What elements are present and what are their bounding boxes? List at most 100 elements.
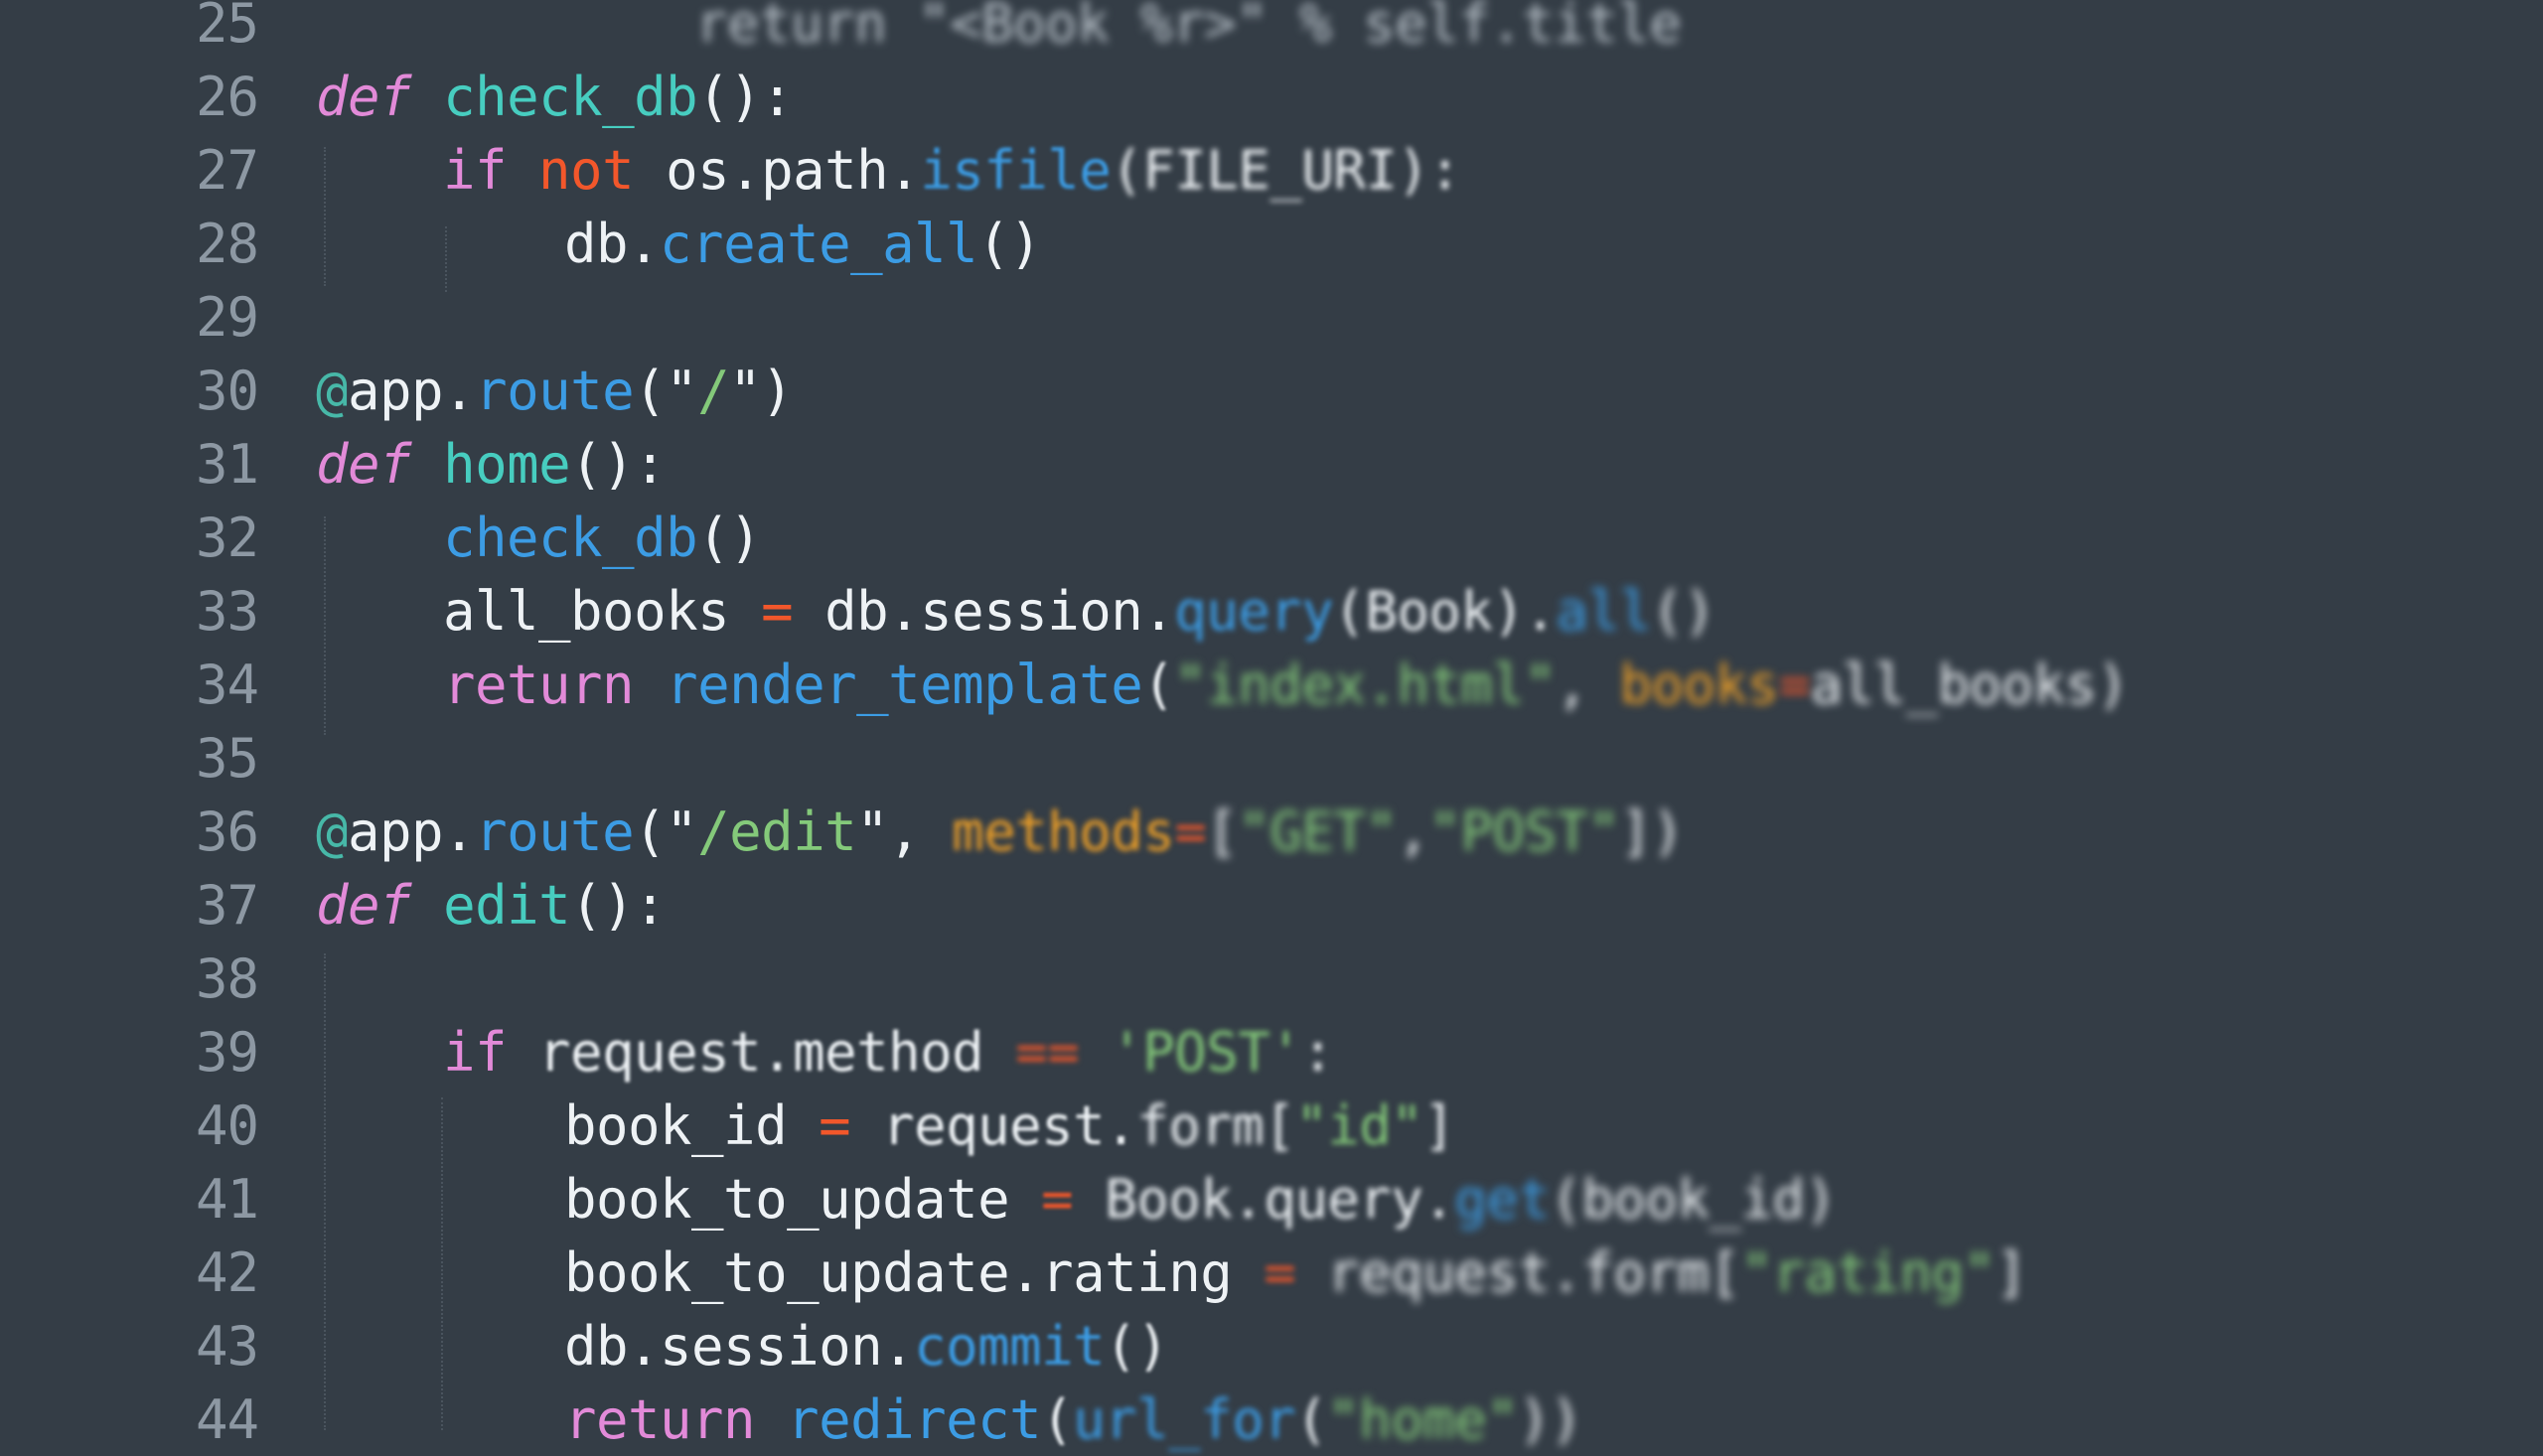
punctuation: , bbox=[1397, 800, 1429, 863]
line-number: 37 bbox=[195, 873, 259, 937]
string: "GET" bbox=[1238, 800, 1398, 863]
punctuation: ( bbox=[1142, 653, 1175, 716]
punctuation: [ bbox=[1206, 800, 1239, 863]
line-number: 30 bbox=[195, 359, 259, 422]
keyword-def: def bbox=[316, 65, 412, 128]
identifier: db.session. bbox=[793, 579, 1175, 643]
code-line[interactable]: 28 db.create_all() bbox=[0, 207, 2543, 280]
operator: = bbox=[1174, 800, 1207, 863]
operator: = bbox=[1778, 653, 1812, 716]
keyword-if: if bbox=[443, 1020, 508, 1084]
function-call: url_for bbox=[1073, 1387, 1296, 1451]
line-number: 33 bbox=[195, 579, 259, 643]
method-call: route bbox=[475, 359, 635, 422]
identifier: app. bbox=[348, 800, 476, 863]
arguments: (Book). bbox=[1333, 579, 1557, 643]
code-line[interactable]: 34 return render_template("index.html", … bbox=[0, 648, 2543, 721]
operator: == bbox=[1015, 1020, 1080, 1084]
code-line[interactable]: 40 book_id = request.form["id"] bbox=[0, 1089, 2543, 1162]
punctuation: (): bbox=[570, 873, 667, 937]
identifier: book_to_update bbox=[564, 1167, 1042, 1231]
code-line[interactable]: 31 def home(): bbox=[0, 427, 2543, 501]
punctuation: )) bbox=[1518, 1387, 1582, 1451]
decorator-at: @ bbox=[316, 359, 349, 422]
identifier: all_books) bbox=[1810, 653, 2130, 716]
code-text: db.create_all() bbox=[564, 212, 1042, 275]
decorator-at: @ bbox=[316, 800, 349, 863]
code-line[interactable]: 35 bbox=[0, 721, 2543, 795]
punctuation: [ bbox=[1264, 1093, 1296, 1157]
code-line[interactable]: 41 book_to_update = Book.query.get(book_… bbox=[0, 1162, 2543, 1236]
string: "id" bbox=[1295, 1093, 1423, 1157]
code-text: book_to_update.rating = request.form["ra… bbox=[564, 1241, 2027, 1304]
line-number: 28 bbox=[195, 212, 259, 275]
line-number: 38 bbox=[195, 946, 259, 1010]
punctuation: (): bbox=[570, 432, 667, 496]
code-editor[interactable]: 25 return "<Book %r>" % self.title 26 de… bbox=[0, 0, 2543, 1451]
string: 'POST' bbox=[1111, 1020, 1302, 1084]
line-number: 29 bbox=[195, 285, 259, 349]
identifier: Book.query. bbox=[1073, 1167, 1455, 1231]
string: "home" bbox=[1327, 1387, 1519, 1451]
string: "index.html" bbox=[1174, 653, 1557, 716]
code-text: def edit(): bbox=[316, 873, 667, 937]
line-number: 39 bbox=[195, 1020, 259, 1084]
code-text: db.session.commit() bbox=[564, 1314, 1169, 1378]
code-line[interactable]: 33 all_books = db.session.query(Book).al… bbox=[0, 574, 2543, 648]
code-text: check_db() bbox=[443, 506, 762, 569]
operator: = bbox=[761, 579, 794, 643]
code-line[interactable]: 37 def edit(): bbox=[0, 868, 2543, 942]
line-number: 42 bbox=[195, 1240, 259, 1304]
function-call: redirect bbox=[787, 1387, 1042, 1451]
method-call: commit bbox=[914, 1314, 1106, 1378]
method-call: isfile bbox=[920, 138, 1112, 202]
method-call: all bbox=[1556, 579, 1652, 643]
punctuation: (" bbox=[634, 359, 698, 422]
string: "POST" bbox=[1428, 800, 1620, 863]
line-number: 32 bbox=[195, 506, 259, 569]
identifier: book_id bbox=[564, 1093, 820, 1157]
keyword-def: def bbox=[316, 432, 412, 496]
code-line[interactable]: 36 @app.route("/edit", methods=["GET","P… bbox=[0, 795, 2543, 868]
keyword-return: return bbox=[443, 653, 635, 716]
code-line[interactable]: 44 return redirect(url_for("home")) bbox=[0, 1383, 2543, 1456]
code-line[interactable]: 27 if not os.path.isfile(FILE_URI): bbox=[0, 133, 2543, 207]
code-line[interactable]: 42 book_to_update.rating = request.form[… bbox=[0, 1236, 2543, 1309]
code-line[interactable]: 25 return "<Book %r>" % self.title bbox=[0, 0, 2543, 60]
code-line[interactable]: 43 db.session.commit() bbox=[0, 1309, 2543, 1383]
attribute: form bbox=[1136, 1093, 1265, 1157]
punctuation: ]) bbox=[1619, 800, 1685, 863]
identifier: all_books bbox=[443, 579, 762, 643]
punctuation: ", bbox=[856, 800, 953, 863]
code-line[interactable]: 30 @app.route("/") bbox=[0, 354, 2543, 427]
punctuation: ] bbox=[1422, 1093, 1455, 1157]
punctuation: ") bbox=[729, 359, 794, 422]
code-line[interactable]: 39 if request.method == 'POST': bbox=[0, 1015, 2543, 1089]
identifier: book_to_update.rating bbox=[564, 1240, 1265, 1304]
line-number: 36 bbox=[195, 800, 259, 863]
punctuation: : bbox=[1301, 1020, 1334, 1084]
code-text: return render_template("index.html", boo… bbox=[443, 654, 2129, 716]
identifier: db. bbox=[564, 212, 661, 275]
line-number: 43 bbox=[195, 1314, 259, 1378]
function-call: render_template bbox=[666, 653, 1143, 716]
code-text: def home(): bbox=[316, 432, 667, 496]
code-line[interactable]: 38 bbox=[0, 942, 2543, 1015]
code-line[interactable]: 29 bbox=[0, 280, 2543, 354]
string: /edit bbox=[697, 800, 857, 863]
code-line[interactable]: 26 def check_db(): bbox=[0, 60, 2543, 133]
keyword-not: not bbox=[538, 138, 635, 202]
identifier: os.path. bbox=[634, 138, 921, 202]
code-text: if request.method == 'POST': bbox=[443, 1020, 1334, 1084]
code-text: if not os.path.isfile(FILE_URI): bbox=[443, 138, 1461, 202]
code-line[interactable]: 32 check_db() bbox=[0, 501, 2543, 574]
kwarg-name: books bbox=[1619, 653, 1779, 716]
function-call: check_db bbox=[443, 506, 698, 569]
punctuation: , bbox=[1556, 653, 1620, 716]
line-number: 41 bbox=[195, 1167, 259, 1231]
